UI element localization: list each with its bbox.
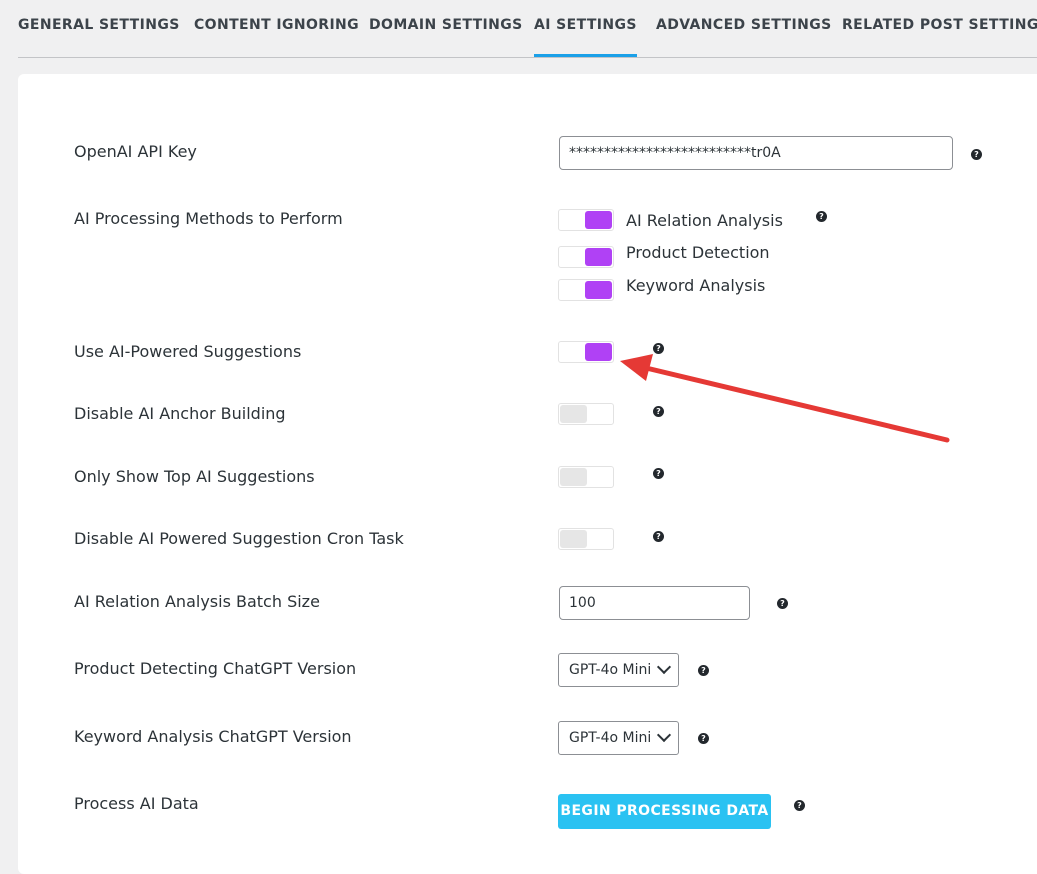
keyword-model-value: GPT-4o Mini [569, 730, 652, 746]
help-icon[interactable]: ? [794, 800, 805, 811]
product-model-select[interactable]: GPT-4o Mini [558, 653, 679, 687]
tab-advanced-settings[interactable]: ADVANCED SETTINGS [656, 0, 832, 57]
toggle-knob [560, 530, 587, 548]
tab-ai-settings[interactable]: AI SETTINGS [534, 0, 637, 57]
product-model-label: Product Detecting ChatGPT Version [74, 659, 357, 678]
chevron-down-icon [656, 659, 672, 675]
toggle-knob [585, 248, 612, 266]
keyword-model-select[interactable]: GPT-4o Mini [558, 721, 679, 755]
tab-related-post-settings[interactable]: RELATED POST SETTINGS [842, 0, 1037, 57]
help-icon[interactable]: ? [653, 531, 664, 542]
toggle-knob [560, 405, 587, 423]
disable-anchor-label: Disable AI Anchor Building [74, 404, 286, 423]
toggle-knob [585, 343, 612, 361]
toggle-disable-cron-task[interactable] [558, 528, 614, 550]
toggle-product-detection[interactable] [558, 246, 614, 268]
toggle-knob [560, 468, 587, 486]
product-model-value: GPT-4o Mini [569, 662, 652, 678]
toggle-use-ai-suggestions[interactable] [558, 341, 614, 363]
toggle-knob [585, 211, 612, 229]
batch-size-input[interactable] [559, 586, 750, 620]
process-data-label: Process AI Data [74, 794, 199, 813]
help-icon[interactable]: ? [698, 733, 709, 744]
keyword-model-label: Keyword Analysis ChatGPT Version [74, 727, 352, 746]
toggle-keyword-analysis[interactable] [558, 279, 614, 301]
top-suggestions-label: Only Show Top AI Suggestions [74, 467, 315, 486]
processing-methods-label: AI Processing Methods to Perform [74, 209, 343, 228]
option-label-product-detection: Product Detection [626, 243, 770, 262]
help-icon[interactable]: ? [777, 598, 788, 609]
help-icon[interactable]: ? [653, 406, 664, 417]
toggle-only-top-suggestions[interactable] [558, 466, 614, 488]
use-suggestions-label: Use AI-Powered Suggestions [74, 342, 302, 361]
tab-content-ignoring[interactable]: CONTENT IGNORING [194, 0, 359, 57]
begin-processing-button[interactable]: BEGIN PROCESSING DATA [558, 794, 771, 829]
option-label-ai-relation-analysis: AI Relation Analysis [626, 211, 783, 230]
chevron-down-icon [656, 727, 672, 743]
help-icon[interactable]: ? [816, 211, 827, 222]
help-icon[interactable]: ? [698, 665, 709, 676]
option-label-keyword-analysis: Keyword Analysis [626, 276, 766, 295]
api-key-label: OpenAI API Key [74, 142, 197, 161]
api-key-input[interactable] [559, 136, 953, 170]
toggle-disable-anchor-building[interactable] [558, 403, 614, 425]
toggle-knob [585, 281, 612, 299]
help-icon[interactable]: ? [653, 343, 664, 354]
toggle-ai-relation-analysis[interactable] [558, 209, 614, 231]
tab-general-settings[interactable]: GENERAL SETTINGS [18, 0, 180, 57]
settings-tabs: GENERAL SETTINGS CONTENT IGNORING DOMAIN… [18, 0, 1037, 58]
disable-cron-label: Disable AI Powered Suggestion Cron Task [74, 529, 404, 548]
batch-size-label: AI Relation Analysis Batch Size [74, 592, 320, 611]
help-icon[interactable]: ? [971, 149, 982, 160]
tab-domain-settings[interactable]: DOMAIN SETTINGS [369, 0, 523, 57]
help-icon[interactable]: ? [653, 468, 664, 479]
